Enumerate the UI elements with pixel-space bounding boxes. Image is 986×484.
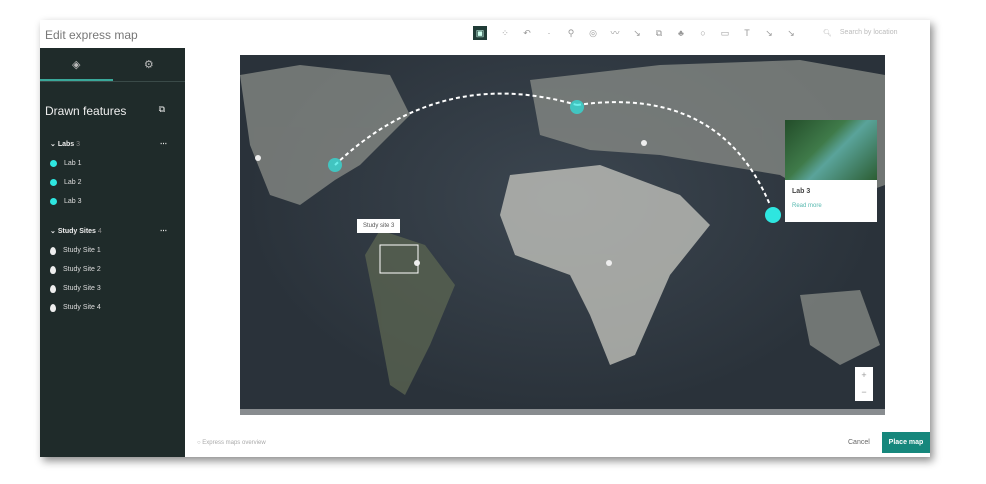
layers-icon: ◈ bbox=[72, 59, 81, 71]
more-icon[interactable]: ⋯ bbox=[160, 227, 167, 235]
list-item-lab-3[interactable]: Lab 3 bbox=[40, 192, 185, 211]
study-site-pin[interactable] bbox=[641, 140, 647, 146]
window-title: Edit express map bbox=[45, 28, 138, 42]
feature-popup: Lab 3 Read more bbox=[785, 120, 877, 222]
pin-icon bbox=[50, 265, 56, 274]
gear-icon: ⚙ bbox=[143, 59, 154, 71]
study-site-pin[interactable] bbox=[606, 260, 612, 266]
list-item-site-3[interactable]: Study Site 3 bbox=[40, 279, 185, 298]
zoom-out-button[interactable]: − bbox=[855, 384, 873, 401]
layers-tab[interactable]: ◈ bbox=[40, 48, 113, 81]
redo-button[interactable]: · bbox=[539, 26, 559, 40]
lab-marker-icon bbox=[50, 198, 57, 205]
overview-link[interactable]: ○ Express maps overview bbox=[197, 440, 266, 446]
settings-tab[interactable]: ⚙ bbox=[113, 48, 186, 81]
select-tool-button[interactable]: ▣ bbox=[473, 26, 487, 40]
straight-line-button[interactable]: ↘ bbox=[759, 26, 779, 40]
list-item-site-1[interactable]: Study Site 1 bbox=[40, 241, 185, 260]
list-item-site-4[interactable]: Study Site 4 bbox=[40, 298, 185, 317]
frame-tool-button[interactable]: ⧉ bbox=[649, 26, 669, 40]
search-icon: 🔍︎ bbox=[823, 30, 832, 37]
study-site-pin[interactable] bbox=[414, 260, 420, 266]
place-map-button[interactable]: Place map bbox=[882, 432, 930, 453]
study-site-label: Study site 3 bbox=[357, 219, 401, 233]
search-input[interactable]: Search by location bbox=[840, 29, 898, 37]
world-map bbox=[240, 60, 885, 395]
study-site-pin[interactable] bbox=[255, 155, 261, 161]
list-item-lab-2[interactable]: Lab 2 bbox=[40, 173, 185, 192]
attribution-bar bbox=[240, 409, 885, 415]
text-tool-button[interactable]: T bbox=[737, 26, 757, 40]
toolbar: ▣ ⁘ ↶ · ⚲ ◎ 〰 ↘ ⧉ ♣ ○ ▭ T ↘ ↘ 🔍︎ Search b… bbox=[473, 26, 897, 40]
more-icon[interactable]: ⋯ bbox=[160, 140, 167, 148]
pin-icon bbox=[50, 303, 56, 312]
lab-1-marker[interactable] bbox=[328, 158, 342, 172]
arrow-tool-button[interactable]: ↘ bbox=[627, 26, 647, 40]
list-item-lab-1[interactable]: Lab 1 bbox=[40, 154, 185, 173]
zoom-in-button[interactable]: + bbox=[855, 367, 873, 384]
lab-marker-icon bbox=[50, 160, 57, 167]
lab-marker-icon bbox=[50, 179, 57, 186]
group-study-sites[interactable]: ⌄ Study Sites 4 bbox=[50, 227, 102, 235]
lab-3-marker[interactable] bbox=[765, 207, 781, 223]
sidebar: ◈ ⚙ Drawn features ⧉ ⌄ Labs 3 ⋯ Lab 1 Lab … bbox=[40, 48, 185, 457]
list-item-site-2[interactable]: Study Site 2 bbox=[40, 260, 185, 279]
popup-image bbox=[785, 120, 877, 180]
search-box[interactable]: 🔍︎ Search by location bbox=[823, 29, 897, 37]
group-labs[interactable]: ⌄ Labs 3 bbox=[50, 140, 80, 148]
pin-tool-button[interactable]: ⚲ bbox=[561, 26, 581, 40]
zoom-control: + − bbox=[855, 367, 873, 401]
pin-icon bbox=[50, 284, 56, 293]
undo-button[interactable]: ↶ bbox=[517, 26, 537, 40]
pan-tool-button[interactable]: ⁘ bbox=[495, 26, 515, 40]
sidebar-heading: Drawn features bbox=[45, 104, 127, 118]
stamp-tool-button[interactable]: ♣ bbox=[671, 26, 691, 40]
pin-icon bbox=[50, 246, 56, 255]
popup-title: Lab 3 bbox=[792, 188, 811, 195]
editor-window: Edit express map ▣ ⁘ ↶ · ⚲ ◎ 〰 ↘ ⧉ ♣ ○ ▭… bbox=[40, 20, 930, 457]
lab-2-marker[interactable] bbox=[570, 100, 584, 114]
line-tool-button[interactable]: 〰 bbox=[605, 26, 625, 40]
map-canvas[interactable]: Study site 3 Lab 3 Read more + − bbox=[240, 55, 885, 415]
cancel-button[interactable]: Cancel bbox=[848, 439, 870, 446]
straight-arrow-button[interactable]: ↘ bbox=[781, 26, 801, 40]
rectangle-tool-button[interactable]: ▭ bbox=[715, 26, 735, 40]
read-more-link[interactable]: Read more bbox=[785, 195, 877, 209]
circle-tool-button[interactable]: ○ bbox=[693, 26, 713, 40]
marker-tool-button[interactable]: ◎ bbox=[583, 26, 603, 40]
export-icon[interactable]: ⧉ bbox=[159, 104, 165, 118]
